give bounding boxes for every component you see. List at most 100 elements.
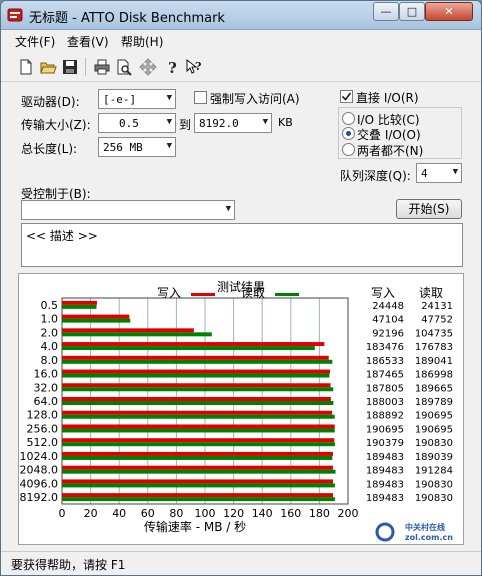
value-write: 187805 <box>366 383 404 394</box>
y-tick-label: 128.0 <box>27 409 59 422</box>
bar-read <box>62 442 335 447</box>
value-write: 92196 <box>372 328 404 339</box>
value-read: 176783 <box>415 342 453 353</box>
y-tick-label: 2048.0 <box>20 464 59 477</box>
bar-read <box>62 387 334 392</box>
y-tick-label: 4.0 <box>41 340 59 353</box>
drive-value: [-e-] <box>103 93 137 106</box>
io-compare-radio[interactable] <box>342 112 355 125</box>
transfer-to-value: 8192.0 <box>199 117 239 130</box>
zol-watermark: 中关村在线 zol.com.cn <box>375 522 453 542</box>
bar-read <box>62 455 333 460</box>
start-button[interactable]: 开始(S) <box>396 199 462 219</box>
bar-read <box>62 373 330 378</box>
x-tick-label: 60 <box>141 507 155 520</box>
bar-read <box>62 469 336 474</box>
queue-depth-select[interactable]: 4 ▼ <box>416 163 462 183</box>
overlapped-io-radio[interactable] <box>342 127 355 140</box>
value-write: 47104 <box>372 315 404 326</box>
x-tick-label: 120 <box>223 507 244 520</box>
total-length-select[interactable]: 256 MB ▼ <box>98 137 176 157</box>
menu-file[interactable]: 文件(F) <box>15 33 55 50</box>
description-text: << 描述 >> <box>26 229 98 243</box>
toolbar-separator <box>85 58 86 76</box>
y-tick-label: 2.0 <box>41 326 59 339</box>
bar-write <box>62 369 331 374</box>
value-read: 190830 <box>415 493 453 504</box>
total-length-value: 256 MB <box>103 141 143 154</box>
value-write: 190379 <box>366 438 404 449</box>
y-tick-label: 32.0 <box>34 381 59 394</box>
force-write-checkbox[interactable] <box>194 91 207 104</box>
force-write-label: 强制写入访问(A) <box>210 92 300 106</box>
value-write: 189483 <box>366 452 404 463</box>
y-tick-label: 4096.0 <box>20 477 59 490</box>
check-icon <box>341 92 352 101</box>
bar-write <box>62 300 97 305</box>
x-tick-label: 160 <box>280 507 301 520</box>
bar-read <box>62 497 335 502</box>
bar-read <box>62 414 335 419</box>
transfer-from-select[interactable]: 0.5 ▼ <box>98 113 176 133</box>
watermark-brand: 中关村在线 <box>405 522 445 532</box>
menu-help[interactable]: 帮助(H) <box>121 33 163 50</box>
open-icon[interactable] <box>39 58 57 76</box>
chevron-down-icon: ▼ <box>166 117 172 127</box>
legend-read-swatch <box>275 293 299 296</box>
kb-unit-label: KB <box>278 116 293 129</box>
print-preview-icon[interactable] <box>115 58 133 76</box>
x-tick-label: 40 <box>112 507 126 520</box>
title-bar: 无标题 - ATTO Disk Benchmark — □ ✕ <box>1 1 481 30</box>
value-write: 183476 <box>366 342 404 353</box>
atto-app-icon <box>7 8 23 22</box>
new-icon[interactable] <box>17 58 35 76</box>
neither-radio[interactable] <box>342 143 355 156</box>
transfer-to-select[interactable]: 8192.0 ▼ <box>194 113 272 133</box>
value-read: 189039 <box>415 452 453 463</box>
chevron-down-icon: ▼ <box>452 167 458 177</box>
maximize-button[interactable]: □ <box>399 2 425 21</box>
overlapped-io-label: 交叠 I/O(O) <box>357 128 421 142</box>
y-tick-label: 8192.0 <box>20 491 59 504</box>
menu-view[interactable]: 查看(V) <box>67 33 109 50</box>
x-tick-label: 80 <box>169 507 183 520</box>
status-bar: 要获得帮助，请按 F1 <box>1 551 481 575</box>
value-read: 190695 <box>415 411 453 422</box>
direct-io-checkbox[interactable] <box>340 90 353 103</box>
move-icon[interactable] <box>139 58 157 76</box>
bar-read <box>62 401 334 405</box>
value-write: 24448 <box>372 301 404 312</box>
value-write: 189483 <box>366 479 404 490</box>
save-icon[interactable] <box>61 58 79 76</box>
chevron-down-icon: ▼ <box>262 117 268 127</box>
value-write: 189483 <box>366 493 404 504</box>
drive-select[interactable]: [-e-] ▼ <box>98 89 176 109</box>
bar-read <box>62 332 212 337</box>
value-write: 188892 <box>366 411 404 422</box>
results-chart: 测试结果 写入 读取 写入 读取 0 20 40 60 80 100 120 140 160 18… <box>20 279 454 542</box>
help-icon[interactable]: ? <box>163 58 181 76</box>
bar-write <box>62 410 333 415</box>
value-read: 47752 <box>421 315 453 326</box>
x-tick-label: 100 <box>195 507 216 520</box>
controlled-by-select[interactable]: ▼ <box>21 200 235 220</box>
menu-bar: 文件(F) 查看(V) 帮助(H) <box>1 31 481 51</box>
description-textarea[interactable]: << 描述 >> <box>21 223 463 267</box>
svg-text:?: ? <box>168 59 177 76</box>
print-icon[interactable] <box>93 58 111 76</box>
value-read: 104735 <box>415 328 453 339</box>
bar-write <box>62 451 333 456</box>
context-help-icon[interactable]: ? <box>185 58 203 76</box>
drive-label: 驱动器(D): <box>21 95 80 109</box>
value-write: 186533 <box>366 356 404 367</box>
x-tick-label: 140 <box>252 507 273 520</box>
value-read: 24131 <box>421 301 453 312</box>
column-header-write: 写入 <box>371 286 395 300</box>
x-tick-label: 200 <box>338 507 359 520</box>
minimize-button[interactable]: — <box>373 2 399 21</box>
close-button[interactable]: ✕ <box>425 2 473 21</box>
bar-write <box>62 342 325 347</box>
value-write: 190695 <box>366 424 404 435</box>
value-read: 190830 <box>415 479 453 490</box>
svg-text:?: ? <box>195 60 201 73</box>
